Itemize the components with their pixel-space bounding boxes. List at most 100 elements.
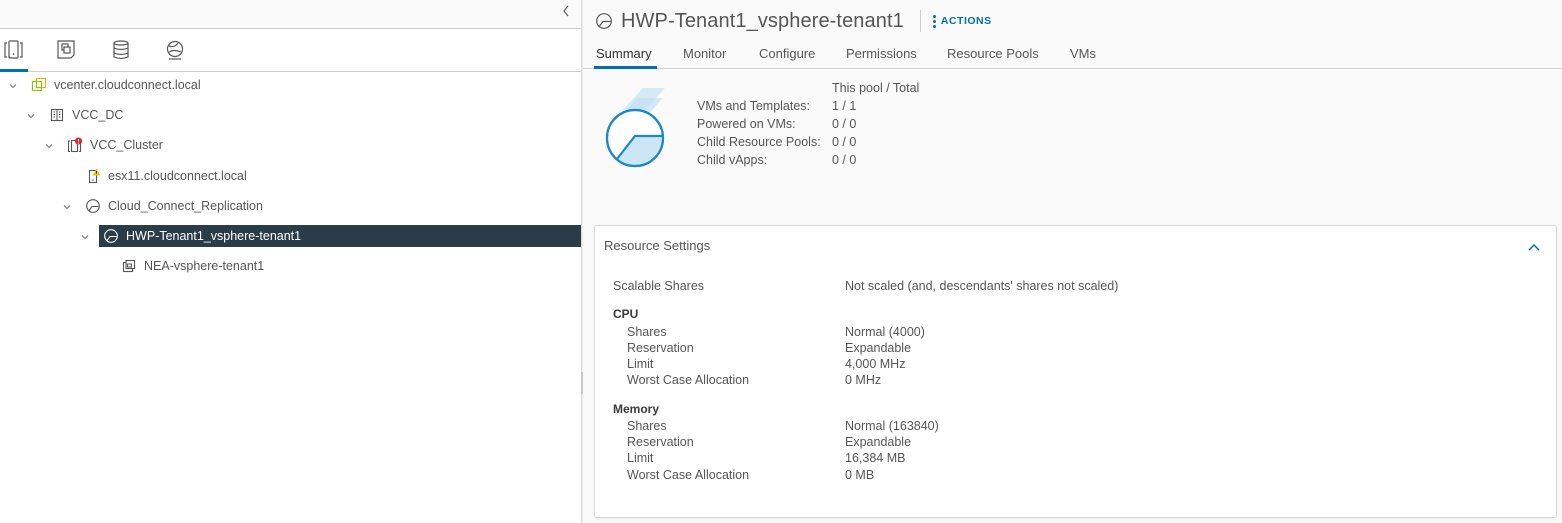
setting-value: 4,000 MHz [845, 357, 906, 371]
setting-value: Normal (163840) [845, 419, 939, 433]
setting-value: Normal (4000) [845, 325, 925, 339]
resource-pool-icon [596, 13, 612, 29]
tree-node-label: NEA-vsphere-tenant1 [144, 259, 265, 273]
object-header: HWP-Tenant1_vsphere-tenant1 ACTIONS [595, 8, 992, 34]
tab-configure[interactable]: Configure [759, 46, 815, 61]
scalable-shares-row: Scalable Shares Not scaled (and, descend… [613, 278, 1513, 294]
header-divider [919, 10, 921, 32]
actions-label: ACTIONS [940, 15, 992, 27]
tab-networking[interactable] [136, 29, 214, 71]
navigator-tabs [0, 29, 581, 72]
setting-value: Expandable [845, 435, 912, 449]
vsphere-client: vcenter.cloudconnect.local VCC_DC VCC_Cl… [0, 0, 1562, 523]
tree-node-host[interactable]: esx11.cloudconnect.local [0, 165, 581, 187]
setting-label: Shares [627, 419, 667, 433]
setting-row: Reservation Expandable [627, 434, 1227, 450]
setting-label: Limit [627, 451, 654, 465]
navigator-header [0, 0, 581, 29]
navigator-pane: vcenter.cloudconnect.local VCC_DC VCC_Cl… [0, 0, 581, 523]
tree-node-label: vcenter.cloudconnect.local [54, 78, 201, 92]
tree-node-label: VCC_Cluster [90, 138, 163, 152]
stat-label: Powered on VMs: [697, 117, 796, 131]
cluster-alert-icon [67, 137, 83, 153]
content-pane: HWP-Tenant1_vsphere-tenant1 ACTIONS Summ… [583, 0, 1562, 523]
stat-value: 0 / 0 [832, 153, 857, 167]
vms-templates-icon [56, 40, 75, 59]
collapse-navigator-button[interactable] [561, 4, 575, 22]
stat-row: VMs and Templates: 1 / 1 [697, 97, 997, 115]
active-tab-indicator [594, 66, 657, 69]
tab-summary[interactable]: Summary [596, 46, 652, 61]
chevron-left-icon [563, 5, 569, 17]
page-title: HWP-Tenant1_vsphere-tenant1 [621, 9, 904, 32]
tab-vms[interactable]: VMs [1070, 46, 1096, 61]
resource-pool-icon [85, 198, 101, 214]
setting-row: Shares Normal (4000) [627, 324, 1227, 340]
tree-node-vm-folder[interactable]: NEA-vsphere-tenant1 [0, 255, 581, 277]
setting-label: Worst Case Allocation [627, 373, 750, 387]
stat-value: 0 / 0 [832, 135, 857, 149]
tree-node-label: esx11.cloudconnect.local [108, 169, 247, 183]
tab-hosts-and-clusters[interactable] [0, 29, 28, 72]
setting-row: Worst Case Allocation 0 MHz [627, 372, 1227, 388]
tree-node-vcenter[interactable]: vcenter.cloudconnect.local [0, 74, 581, 96]
setting-value: Expandable [845, 341, 912, 355]
resource-settings-card: Resource Settings Scalable Shares Not sc… [594, 225, 1557, 518]
setting-row: Shares Normal (163840) [627, 418, 1227, 434]
setting-value: Not scaled (and, descendants' shares not… [845, 279, 1119, 293]
tree-node-label: HWP-Tenant1_vsphere-tenant1 [126, 229, 302, 243]
stat-value: 0 / 0 [832, 117, 857, 131]
actions-menu-button[interactable]: ACTIONS [932, 14, 992, 29]
tab-storage[interactable] [106, 29, 136, 71]
database-icon [113, 40, 129, 60]
tree-node-label: VCC_DC [72, 108, 124, 122]
setting-row: Limit 4,000 MHz [627, 356, 1227, 372]
setting-value: 16,384 MB [845, 451, 906, 465]
tree-node-resource-pool[interactable]: Cloud_Connect_Replication [0, 195, 581, 217]
stat-label: Child vApps: [697, 153, 768, 167]
tab-resource-pools[interactable]: Resource Pools [947, 46, 1039, 61]
setting-label: Shares [627, 325, 667, 339]
setting-label: Reservation [627, 341, 694, 355]
tree-node-label: Cloud_Connect_Replication [108, 199, 263, 213]
setting-row: Reservation Expandable [627, 340, 1227, 356]
card-title: Resource Settings [604, 238, 711, 253]
setting-label: Scalable Shares [613, 279, 705, 293]
object-tabs: Summary Monitor Configure Permissions Re… [583, 40, 1562, 69]
stats-column-header: This pool / Total [832, 81, 920, 95]
setting-label: Worst Case Allocation [627, 468, 750, 482]
tree-node-resource-pool-selected[interactable]: HWP-Tenant1_vsphere-tenant1 [0, 225, 581, 247]
chevron-down-icon[interactable] [26, 110, 36, 120]
setting-label: Reservation [627, 435, 694, 449]
tree-node-cluster[interactable]: VCC_Cluster [0, 134, 581, 156]
collapse-card-button[interactable] [1527, 240, 1541, 252]
cpu-section-title: CPU [613, 307, 639, 321]
vm-folder-icon [121, 258, 137, 274]
hosts-clusters-icon [4, 40, 23, 59]
vcenter-icon [31, 77, 47, 93]
summary-overview: This pool / Total VMs and Templates: 1 /… [583, 70, 1562, 210]
setting-row: Limit 16,384 MB [627, 450, 1227, 466]
vertical-ellipsis-icon [932, 14, 936, 29]
stat-row: Child Resource Pools: 0 / 0 [697, 133, 997, 151]
resource-pool-icon [103, 228, 119, 244]
datacenter-icon [49, 107, 65, 123]
stat-label: Child Resource Pools: [697, 135, 821, 149]
tab-permissions[interactable]: Permissions [846, 46, 917, 61]
chevron-up-icon [1528, 243, 1540, 251]
chevron-down-icon[interactable] [62, 201, 72, 211]
tab-monitor[interactable]: Monitor [683, 46, 726, 61]
memory-section-title: Memory [613, 402, 660, 416]
setting-row: Worst Case Allocation 0 MB [627, 467, 1227, 483]
stat-label: VMs and Templates: [697, 99, 811, 113]
tree-node-datacenter[interactable]: VCC_DC [0, 104, 581, 126]
chevron-down-icon[interactable] [8, 80, 18, 90]
stat-row: Child vApps: 0 / 0 [697, 151, 997, 169]
stat-value: 1 / 1 [832, 99, 857, 113]
chevron-down-icon[interactable] [44, 140, 54, 150]
tab-vms-and-templates[interactable] [28, 29, 103, 71]
stat-row: Powered on VMs: 0 / 0 [697, 115, 997, 133]
setting-label: Limit [627, 357, 654, 371]
chevron-down-icon[interactable] [80, 231, 90, 241]
host-warning-icon [86, 168, 102, 184]
